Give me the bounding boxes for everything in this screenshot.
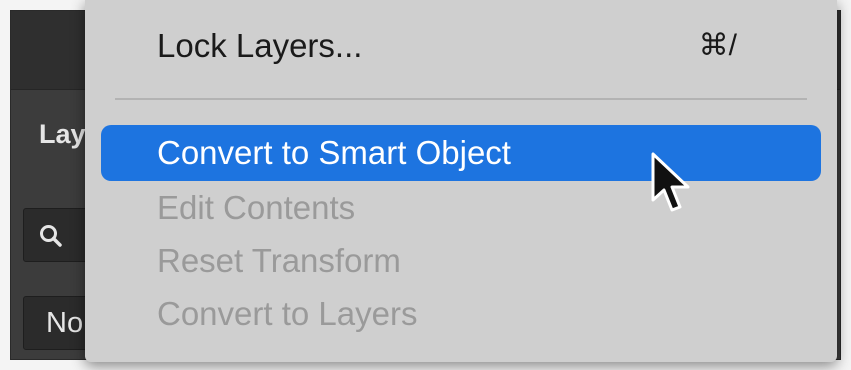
- blend-mode-select[interactable]: No: [23, 296, 93, 350]
- menu-item-lock-layers[interactable]: Lock Layers... ⌘/: [101, 18, 821, 74]
- menu-item-reset-transform: Reset Transform: [101, 233, 821, 289]
- menu-item-shortcut: ⌘/: [698, 29, 737, 62]
- layer-context-menu: Lock Layers... ⌘/ Convert to Smart Objec…: [85, 0, 837, 362]
- layer-filter-search[interactable]: [23, 208, 93, 262]
- menu-item-label: Convert to Smart Object: [157, 134, 511, 171]
- blend-mode-value: No: [46, 307, 84, 339]
- menu-item-convert-to-layers: Convert to Layers: [101, 286, 821, 342]
- layers-tab-label[interactable]: Lay: [39, 119, 86, 150]
- menu-item-label: Edit Contents: [157, 189, 356, 226]
- screenshot-stage: Lay No Lock Layers... ⌘/ Convert to Smar…: [0, 0, 851, 370]
- menu-separator: [115, 98, 807, 100]
- menu-item-label: Lock Layers...: [157, 27, 363, 64]
- search-icon: [40, 225, 62, 247]
- menu-item-label: Convert to Layers: [157, 295, 418, 332]
- menu-item-label: Reset Transform: [157, 242, 401, 279]
- menu-item-convert-to-smart-object[interactable]: Convert to Smart Object: [101, 125, 821, 181]
- menu-item-edit-contents: Edit Contents: [101, 180, 821, 236]
- arrow-pointer-icon: [651, 152, 690, 212]
